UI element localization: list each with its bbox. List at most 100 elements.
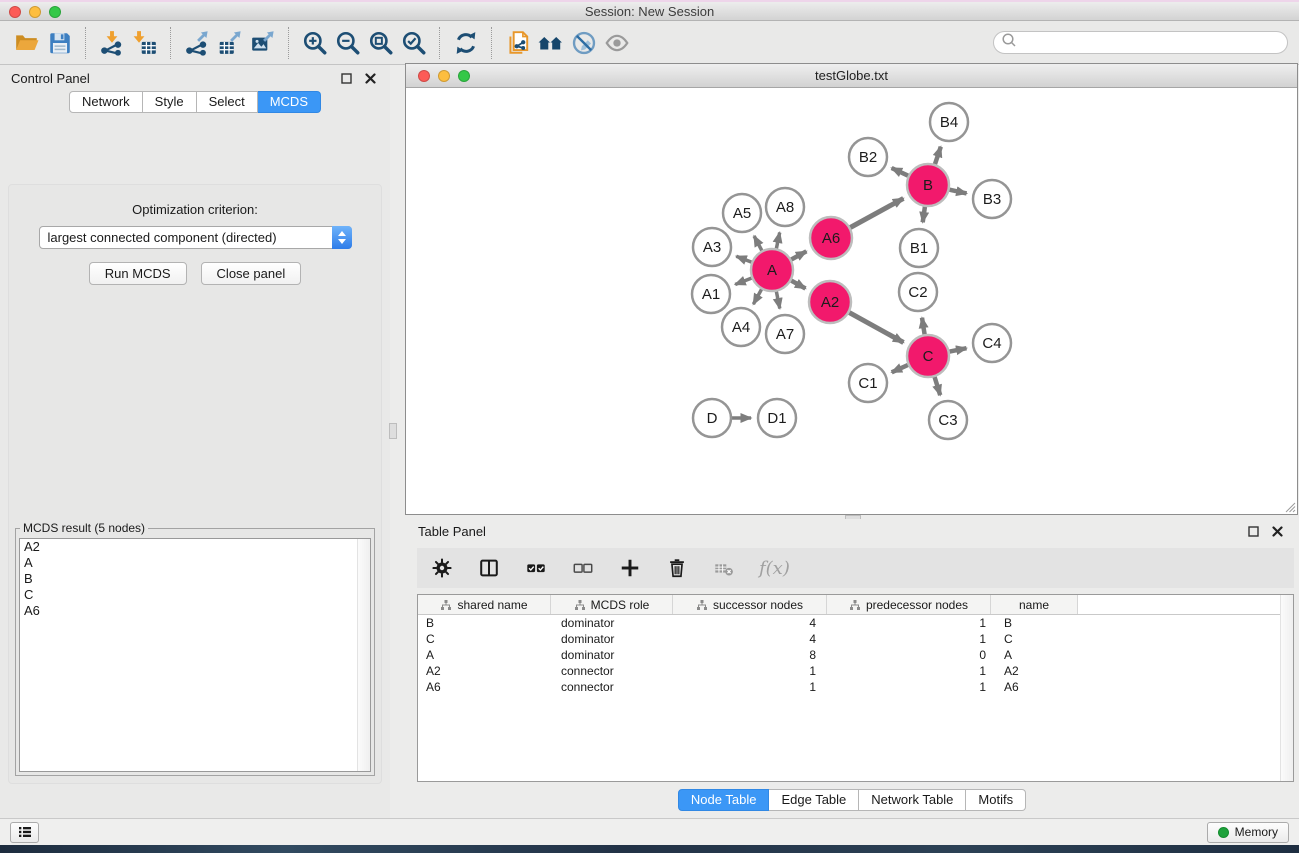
delete-columns-icon[interactable] [665, 556, 689, 580]
close-panel-icon[interactable] [362, 71, 379, 86]
close-window-button[interactable] [9, 6, 21, 18]
task-history-button[interactable] [10, 822, 39, 843]
cell-mcds-role[interactable]: connector [551, 680, 673, 694]
minimize-window-button[interactable] [29, 6, 41, 18]
cell-shared-name[interactable]: A2 [418, 664, 551, 678]
hide-annotations-icon[interactable] [567, 26, 600, 60]
vertical-splitter-grip[interactable] [389, 423, 397, 439]
deselect-all-icon[interactable] [571, 556, 595, 580]
export-table-icon[interactable] [213, 26, 246, 60]
graph-node-B2[interactable]: B2 [849, 138, 887, 176]
cell-shared-name[interactable]: A6 [418, 680, 551, 694]
column-header-successor-nodes[interactable]: successor nodes [673, 595, 827, 614]
table-row[interactable]: A6connector11A6 [418, 679, 1293, 695]
cell-predecessor-nodes[interactable]: 1 [827, 680, 991, 694]
close-panel-icon[interactable] [1269, 524, 1286, 539]
table-settings-icon[interactable] [430, 556, 454, 580]
cell-predecessor-nodes[interactable]: 1 [827, 632, 991, 646]
search-box[interactable] [993, 31, 1288, 54]
graph-node-A3[interactable]: A3 [693, 228, 731, 266]
edge-A-A4[interactable] [753, 289, 761, 304]
close-panel-button[interactable]: Close panel [201, 262, 302, 285]
dropdown-stepper-icon[interactable] [332, 226, 352, 249]
graph-node-C[interactable]: C [907, 335, 949, 377]
tab-network[interactable]: Network [69, 91, 143, 113]
cell-successor-nodes[interactable]: 1 [673, 680, 827, 694]
edge-A-A1[interactable] [735, 278, 751, 284]
cell-shared-name[interactable]: A [418, 648, 551, 662]
graph-node-B4[interactable]: B4 [930, 103, 968, 141]
edge-B-B1[interactable] [923, 207, 925, 223]
cell-predecessor-nodes[interactable]: 1 [827, 664, 991, 678]
graph-node-A1[interactable]: A1 [692, 275, 730, 313]
resize-grip-icon[interactable] [1283, 500, 1296, 513]
network-window-titlebar[interactable]: testGlobe.txt [406, 64, 1297, 88]
import-table-icon[interactable] [128, 26, 161, 60]
result-list-scrollbar[interactable] [357, 539, 370, 771]
graph-node-D[interactable]: D [693, 399, 731, 437]
column-header-shared-name[interactable]: shared name [418, 595, 551, 614]
open-session-icon[interactable] [10, 26, 43, 60]
edge-A-A7[interactable] [776, 292, 779, 309]
memory-button[interactable]: Memory [1207, 822, 1289, 843]
table-row[interactable]: Bdominator41B [418, 615, 1293, 631]
export-image-icon[interactable] [246, 26, 279, 60]
float-panel-icon[interactable] [338, 71, 355, 86]
function-builder-button[interactable]: f(x) [759, 558, 790, 579]
graph-node-D1[interactable]: D1 [758, 399, 796, 437]
graph-node-A6[interactable]: A6 [810, 217, 852, 259]
cell-successor-nodes[interactable]: 8 [673, 648, 827, 662]
edge-B-B2[interactable] [892, 168, 909, 176]
tab-mcds[interactable]: MCDS [258, 91, 321, 113]
graph-node-B[interactable]: B [907, 164, 949, 206]
mcds-result-item[interactable]: A6 [20, 603, 370, 619]
graph-node-A5[interactable]: A5 [723, 194, 761, 232]
graph-node-B1[interactable]: B1 [900, 229, 938, 267]
select-all-icon[interactable] [524, 556, 548, 580]
edge-A-A5[interactable] [754, 236, 762, 251]
network-minimize-button[interactable] [438, 70, 450, 82]
table-row[interactable]: Cdominator41C [418, 631, 1293, 647]
edge-B-B3[interactable] [950, 190, 967, 194]
graph-node-C1[interactable]: C1 [849, 364, 887, 402]
zoom-in-icon[interactable] [298, 26, 331, 60]
float-panel-icon[interactable] [1245, 524, 1262, 539]
edge-A-A3[interactable] [736, 256, 751, 262]
zoom-fit-icon[interactable] [364, 26, 397, 60]
graph-node-C4[interactable]: C4 [973, 324, 1011, 362]
network-close-button[interactable] [418, 70, 430, 82]
cell-predecessor-nodes[interactable]: 1 [827, 616, 991, 630]
edge-A-A6[interactable] [791, 251, 806, 259]
cell-mcds-role[interactable]: dominator [551, 616, 673, 630]
column-header-mcds-role[interactable]: MCDS role [551, 595, 673, 614]
cell-successor-nodes[interactable]: 4 [673, 616, 827, 630]
import-network-icon[interactable] [95, 26, 128, 60]
refresh-icon[interactable] [449, 26, 482, 60]
graph-node-A4[interactable]: A4 [722, 308, 760, 346]
cell-successor-nodes[interactable]: 4 [673, 632, 827, 646]
zoom-selected-icon[interactable] [397, 26, 430, 60]
mcds-result-item[interactable]: C [20, 587, 370, 603]
show-graphics-details-icon[interactable] [600, 26, 633, 60]
cell-name[interactable]: A [991, 648, 1078, 662]
network-graph[interactable]: B4B2BB3A8A5A6A3B1AC2A1A2A4A7C4CC1C3DD1 [406, 88, 1297, 514]
edge-C-C3[interactable] [935, 377, 941, 395]
cell-name[interactable]: B [991, 616, 1078, 630]
table-scrollbar[interactable] [1280, 595, 1293, 781]
split-panel-icon[interactable] [477, 556, 501, 580]
tab-style[interactable]: Style [143, 91, 197, 113]
criterion-dropdown[interactable]: largest connected component (directed) [39, 226, 352, 249]
mcds-result-item[interactable]: A2 [20, 539, 370, 555]
cell-name[interactable]: A2 [991, 664, 1078, 678]
edge-A-A2[interactable] [791, 281, 805, 289]
cell-shared-name[interactable]: C [418, 632, 551, 646]
clone-network-icon[interactable] [501, 26, 534, 60]
save-session-icon[interactable] [43, 26, 76, 60]
cell-mcds-role[interactable]: dominator [551, 632, 673, 646]
mcds-result-item[interactable]: B [20, 571, 370, 587]
edge-A6-B[interactable] [850, 198, 903, 227]
column-header-name[interactable]: name [991, 595, 1078, 614]
cell-name[interactable]: C [991, 632, 1078, 646]
cell-shared-name[interactable]: B [418, 616, 551, 630]
tab-motifs[interactable]: Motifs [966, 789, 1026, 811]
